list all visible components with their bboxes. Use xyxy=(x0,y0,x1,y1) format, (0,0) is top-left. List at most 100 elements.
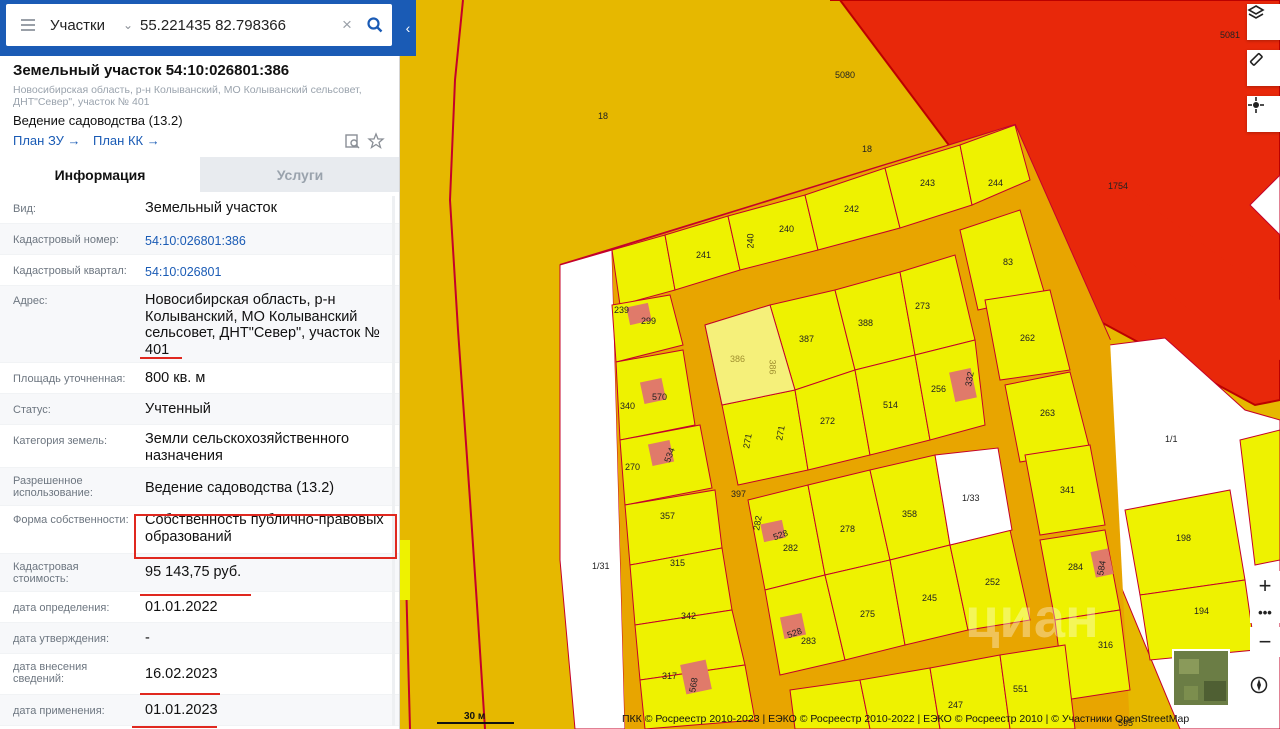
map-label: 283 xyxy=(801,636,817,646)
locate-button[interactable] xyxy=(1247,96,1280,132)
annotation-underline xyxy=(132,726,217,728)
info-panel: Земельный участок 54:10:026801:386 Новос… xyxy=(0,0,400,729)
map-label: 270 xyxy=(625,462,641,472)
favorite-star-icon[interactable] xyxy=(367,132,385,150)
map-label: 194 xyxy=(1194,606,1210,616)
map-label: 240 xyxy=(745,233,756,249)
info-value: 16.02.2023 xyxy=(145,666,218,682)
info-row: Адрес: Новосибирская область, р-н Колыва… xyxy=(0,286,399,363)
info-row: Кадастровый номер: 54:10:026801:386 xyxy=(0,224,399,255)
info-label: Категория земель: xyxy=(13,435,108,447)
compass-icon xyxy=(1250,676,1268,694)
layers-icon xyxy=(1247,5,1265,19)
info-value: 01.01.2023 xyxy=(145,702,218,718)
map-label: 1754 xyxy=(1108,181,1129,191)
map-label: 315 xyxy=(670,558,686,568)
map-attribution: ПКК © Росреестр 2010-2023 | ЕЭКО © Росре… xyxy=(622,713,1190,725)
map-label: 316 xyxy=(1098,640,1114,650)
measure-button[interactable] xyxy=(1247,50,1280,86)
plan-zu-link[interactable]: План ЗУ → xyxy=(13,133,81,148)
info-row: Статус: Учтенный xyxy=(0,394,399,425)
collapse-panel-button[interactable]: ‹ xyxy=(400,0,416,56)
info-label: Форма собственности: xyxy=(13,514,129,526)
map-label: 275 xyxy=(860,609,876,619)
info-value: - xyxy=(145,630,150,646)
chevron-down-icon[interactable]: ⌄ xyxy=(116,18,140,32)
map-label: 1/31 xyxy=(592,561,610,571)
info-label: дата утверждения: xyxy=(13,633,110,645)
annotation-underline xyxy=(140,594,251,596)
search-input[interactable] xyxy=(140,16,336,34)
scrollbar[interactable] xyxy=(392,196,395,726)
zoom-out-button[interactable]: − xyxy=(1250,627,1280,657)
map-label: 18 xyxy=(598,111,609,121)
map-label: 358 xyxy=(902,509,918,519)
map-label: 357 xyxy=(660,511,676,521)
map-label: 570 xyxy=(652,392,668,402)
map-label: 256 xyxy=(931,384,947,394)
map-label: 299 xyxy=(641,316,657,326)
parcel-address: Новосибирская область, р-н Колыванский, … xyxy=(13,84,362,108)
zoom-in-button[interactable]: + xyxy=(1250,571,1280,601)
map-label: 240 xyxy=(779,224,795,234)
compass-button[interactable] xyxy=(1250,676,1278,704)
info-value: Новосибирская область, р-н Колыванский, … xyxy=(145,292,380,358)
map-label: 5081 xyxy=(1220,30,1241,40)
info-value: 800 кв. м xyxy=(145,370,206,386)
parcel-use: Ведение садоводства (13.2) xyxy=(13,113,183,128)
map-label: 262 xyxy=(1020,333,1036,343)
map-label: 551 xyxy=(1013,684,1029,694)
scale-bar xyxy=(437,722,514,724)
map-label: 272 xyxy=(820,416,836,426)
map-label: 263 xyxy=(1040,408,1056,418)
menu-icon[interactable] xyxy=(6,4,50,46)
map-label: 1/1 xyxy=(1165,434,1178,444)
map-label: 241 xyxy=(696,250,712,260)
info-value: 01.01.2022 xyxy=(145,599,218,615)
info-table: Вид: Земельный участок Кадастровый номер… xyxy=(0,193,399,726)
info-label: Статус: xyxy=(13,404,51,416)
plan-kk-link[interactable]: План КК → xyxy=(93,133,160,148)
annotation-underline xyxy=(140,357,182,359)
info-label: Вид: xyxy=(13,203,36,215)
info-row: Разрешенное использование: Ведение садов… xyxy=(0,468,399,506)
layers-button[interactable] xyxy=(1247,4,1280,40)
info-row: Кадастровая стоимость: 95 143,75 руб. xyxy=(0,554,399,592)
tab-information[interactable]: Информация xyxy=(0,157,200,192)
info-row: дата применения: 01.01.2023 xyxy=(0,695,399,726)
map-label: 386 xyxy=(730,354,746,364)
info-label: Кадастровый квартал: xyxy=(13,265,127,277)
annotation-underline xyxy=(140,693,220,695)
map-label: 1/33 xyxy=(962,493,980,503)
map-label: 198 xyxy=(1176,533,1192,543)
info-label: Кадастровая стоимость: xyxy=(13,561,79,585)
map-label: 243 xyxy=(920,178,936,188)
search-bar: Участки ⌄ × xyxy=(0,0,416,56)
map-label: 247 xyxy=(948,700,964,710)
map-label: 83 xyxy=(1003,257,1014,267)
map-label: 239 xyxy=(614,305,630,315)
scale-label: 30 м xyxy=(464,711,486,722)
annotation-box xyxy=(134,514,397,559)
search-button[interactable] xyxy=(358,17,392,33)
cadastral-quarter-link[interactable]: 54:10:026801 xyxy=(145,264,390,281)
search-type-select[interactable]: Участки xyxy=(50,17,116,34)
report-icon[interactable] xyxy=(343,132,361,150)
cadastral-number-link[interactable]: 54:10:026801:386 xyxy=(145,233,390,250)
info-value: Земли сельскохозяйственного назначения xyxy=(145,431,350,464)
map-label: 242 xyxy=(844,204,860,214)
tab-services[interactable]: Услуги xyxy=(200,157,399,192)
satellite-thumbnail xyxy=(1174,651,1228,705)
more-icon[interactable]: ••• xyxy=(1250,601,1280,623)
map-label: 317 xyxy=(662,671,678,681)
map-label: 244 xyxy=(988,178,1004,188)
map-label: 342 xyxy=(681,611,697,621)
info-label: Площадь уточненная: xyxy=(13,373,126,385)
cadastral-value: 95 143,75 руб. xyxy=(145,564,242,580)
info-label: дата применения: xyxy=(13,705,105,717)
tab-bar: Информация Услуги xyxy=(0,157,399,192)
clear-icon[interactable]: × xyxy=(336,15,358,35)
map-label: 5080 xyxy=(835,70,856,80)
minimap-thumbnail[interactable] xyxy=(1172,649,1230,707)
info-label: дата определения: xyxy=(13,602,110,614)
